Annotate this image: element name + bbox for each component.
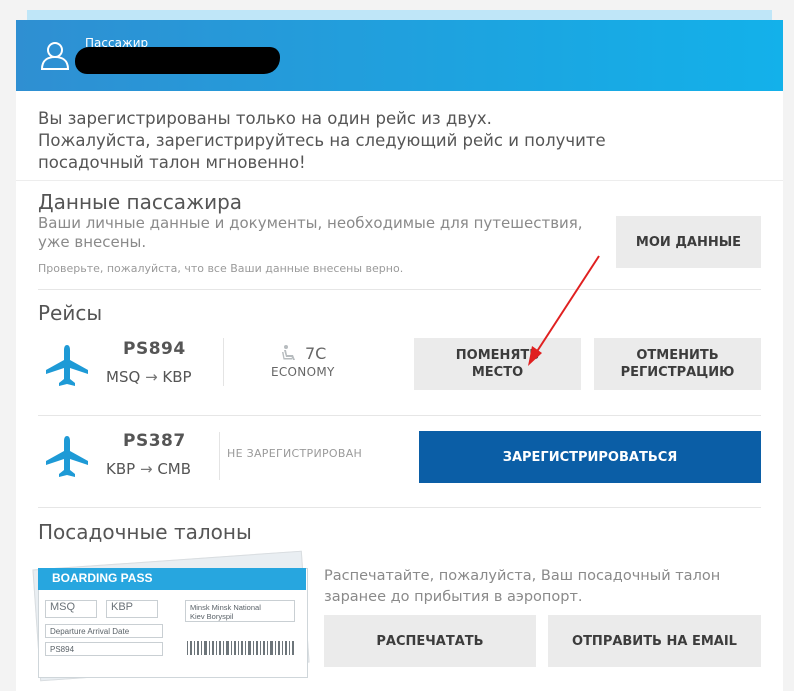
bp-flight: PS894	[45, 642, 163, 656]
cancel-label-2: РЕГИСТРАЦИЮ	[620, 365, 735, 380]
registration-status: НЕ ЗАРЕГИСТРИРОВАН	[227, 447, 363, 460]
boarding-pass-title: BOARDING PASS	[52, 571, 153, 585]
print-button[interactable]: РАСПЕЧАТАТЬ	[324, 615, 536, 667]
route-from: MSQ	[106, 368, 141, 386]
flight-route: KBP → CMB	[106, 460, 191, 478]
route-to: KBP	[162, 368, 192, 386]
plane-icon	[46, 436, 88, 477]
route-from: KBP	[106, 460, 136, 478]
bp-cities-line-1: Minsk Minsk National	[190, 603, 261, 612]
bp-from: MSQ	[45, 600, 97, 618]
passenger-data-description: Ваши личные данные и документы, необходи…	[38, 214, 583, 251]
send-email-button[interactable]: ОТПРАВИТЬ НА EMAIL	[548, 615, 761, 667]
route-arrow: →	[145, 368, 158, 386]
divider	[223, 338, 224, 386]
cancel-label-1: ОТМЕНИТЬ	[636, 348, 719, 363]
user-icon	[40, 42, 70, 70]
instructions-line-2: заранее до прибытия в аэропорт.	[324, 589, 583, 605]
instructions-line-1: Распечатайте, пожалуйста, Ваш посадочный…	[324, 568, 721, 584]
register-button[interactable]: ЗАРЕГИСТРИРОВАТЬСЯ	[419, 431, 761, 483]
flight-number: PS387	[123, 431, 186, 451]
notice-line-3: посадочный талон мгновенно!	[38, 153, 306, 172]
passenger-data-title: Данные пассажира	[38, 190, 243, 214]
passenger-name-redacted	[75, 47, 280, 74]
boarding-pass-instructions: Распечатайте, пожалуйста, Ваш посадочный…	[324, 566, 720, 608]
annotation-arrow	[528, 255, 600, 366]
divider	[38, 289, 761, 290]
notice-line-2: Пожалуйста, зарегистрируйтесь на следующ…	[38, 131, 606, 150]
seat-icon	[282, 345, 295, 360]
bp-cities: Minsk Minsk National Kiev Boryspil	[185, 600, 295, 622]
divider	[219, 432, 220, 480]
divider	[16, 180, 783, 181]
seat-number: 7C	[305, 344, 327, 363]
plane-icon	[46, 345, 88, 386]
change-seat-label-2: МЕСТО	[471, 365, 524, 380]
cancel-registration-button[interactable]: ОТМЕНИТЬ РЕГИСТРАЦИЮ	[594, 338, 761, 390]
flight-number: PS894	[123, 339, 186, 359]
flights-title: Рейсы	[38, 301, 103, 325]
bp-to: KBP	[106, 600, 158, 618]
bp-cities-line-2: Kiev Boryspil	[190, 612, 234, 621]
my-data-button[interactable]: МОИ ДАННЫЕ	[616, 216, 761, 268]
divider	[38, 507, 761, 508]
flight-route: MSQ → KBP	[106, 368, 192, 386]
bp-fields: Departure Arrival Date	[45, 624, 163, 638]
divider	[38, 415, 761, 416]
registration-notice: Вы зарегистрированы только на один рейс …	[38, 108, 698, 174]
barcode-icon	[187, 641, 294, 655]
route-arrow: →	[139, 460, 153, 478]
passenger-data-note: Проверьте, пожалуйста, что все Ваши данн…	[38, 262, 404, 275]
route-to: CMB	[157, 460, 192, 478]
notice-line-1: Вы зарегистрированы только на один рейс …	[38, 109, 492, 128]
boarding-passes-title: Посадочные талоны	[38, 520, 252, 544]
travel-class: ECONOMY	[271, 365, 335, 379]
